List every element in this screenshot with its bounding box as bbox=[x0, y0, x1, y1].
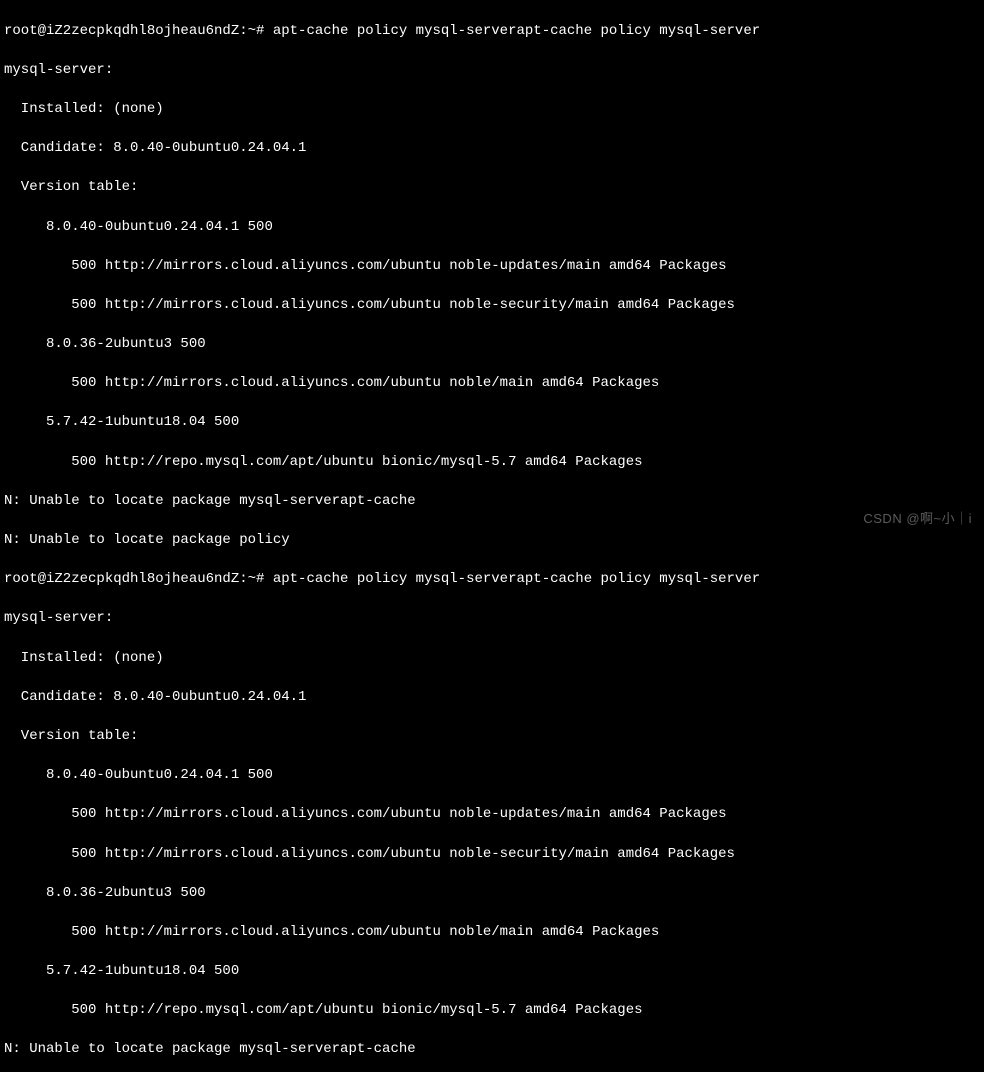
output-line: Version table: bbox=[4, 727, 980, 747]
output-line: 500 http://mirrors.cloud.aliyuncs.com/ub… bbox=[4, 805, 980, 825]
output-line: 500 http://repo.mysql.com/apt/ubuntu bio… bbox=[4, 453, 980, 473]
prompt-line[interactable]: root@iZ2zecpkqdhl8ojheau6ndZ:~# apt-cach… bbox=[4, 22, 980, 42]
output-line: 500 http://mirrors.cloud.aliyuncs.com/ub… bbox=[4, 923, 980, 943]
output-line: N: Unable to locate package policy bbox=[4, 531, 980, 551]
output-line: Candidate: 8.0.40-0ubuntu0.24.04.1 bbox=[4, 139, 980, 159]
output-line: 8.0.40-0ubuntu0.24.04.1 500 bbox=[4, 218, 980, 238]
output-line: 8.0.36-2ubuntu3 500 bbox=[4, 335, 980, 355]
output-line: 500 http://mirrors.cloud.aliyuncs.com/ub… bbox=[4, 257, 980, 277]
prompt-line[interactable]: root@iZ2zecpkqdhl8ojheau6ndZ:~# apt-cach… bbox=[4, 570, 980, 590]
output-line: 5.7.42-1ubuntu18.04 500 bbox=[4, 962, 980, 982]
terminal-output[interactable]: root@iZ2zecpkqdhl8ojheau6ndZ:~# apt-cach… bbox=[4, 2, 980, 1072]
output-line: 8.0.40-0ubuntu0.24.04.1 500 bbox=[4, 766, 980, 786]
output-line: Installed: (none) bbox=[4, 649, 980, 669]
output-line: Candidate: 8.0.40-0ubuntu0.24.04.1 bbox=[4, 688, 980, 708]
output-line: mysql-server: bbox=[4, 61, 980, 81]
command-text: apt-cache policy mysql-serverapt-cache p… bbox=[273, 23, 760, 39]
command-text: apt-cache policy mysql-serverapt-cache p… bbox=[273, 571, 760, 587]
output-line: Installed: (none) bbox=[4, 100, 980, 120]
shell-prompt: root@iZ2zecpkqdhl8ojheau6ndZ:~# bbox=[4, 571, 273, 587]
output-line: 500 http://repo.mysql.com/apt/ubuntu bio… bbox=[4, 1001, 980, 1021]
output-line: 500 http://mirrors.cloud.aliyuncs.com/ub… bbox=[4, 845, 980, 865]
output-line: 500 http://mirrors.cloud.aliyuncs.com/ub… bbox=[4, 374, 980, 394]
output-line: 5.7.42-1ubuntu18.04 500 bbox=[4, 413, 980, 433]
shell-prompt: root@iZ2zecpkqdhl8ojheau6ndZ:~# bbox=[4, 23, 273, 39]
output-line: mysql-server: bbox=[4, 609, 980, 629]
output-line: 8.0.36-2ubuntu3 500 bbox=[4, 884, 980, 904]
output-line: N: Unable to locate package mysql-server… bbox=[4, 492, 980, 512]
output-line: N: Unable to locate package mysql-server… bbox=[4, 1040, 980, 1060]
watermark: CSDN @啊~小｜i bbox=[863, 510, 972, 528]
output-line: 500 http://mirrors.cloud.aliyuncs.com/ub… bbox=[4, 296, 980, 316]
output-line: Version table: bbox=[4, 178, 980, 198]
